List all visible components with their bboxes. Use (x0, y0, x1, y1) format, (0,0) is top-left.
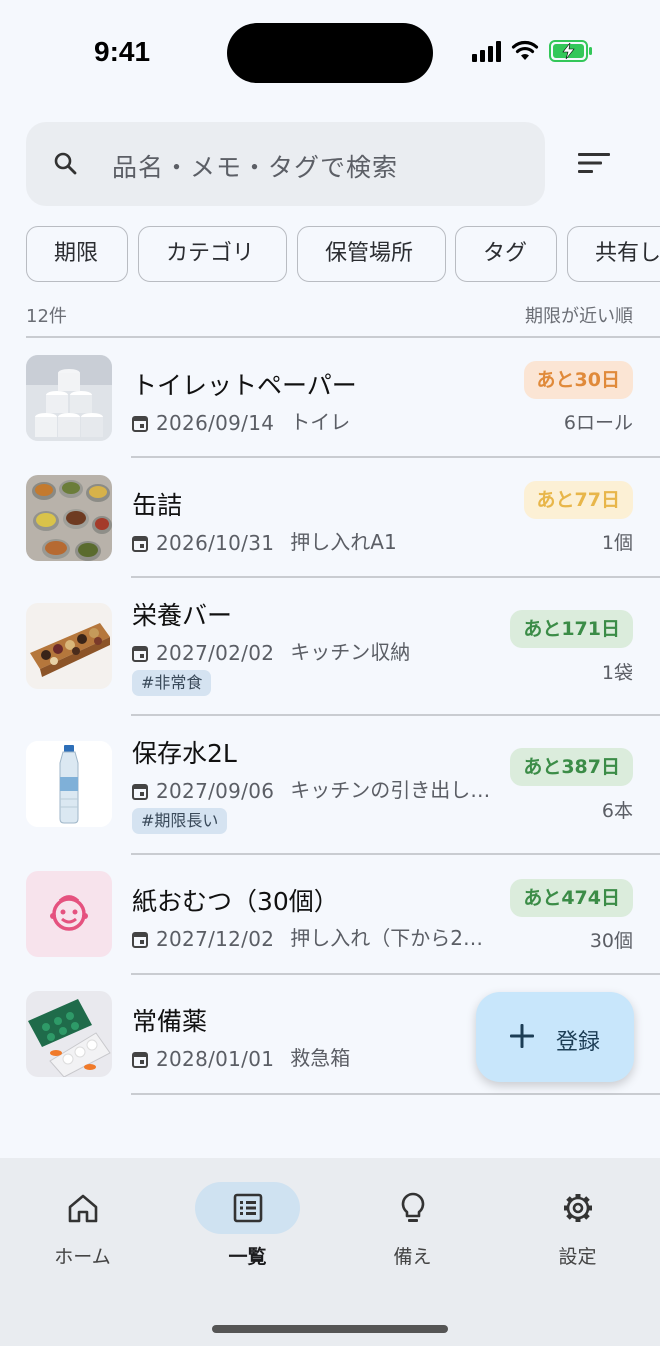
register-fab-button[interactable]: 登録 (476, 992, 634, 1082)
home-icon (68, 1194, 98, 1223)
nutrition-bar-image (26, 603, 112, 689)
filter-chip-shared[interactable]: 共有し (567, 226, 660, 282)
cellular-signal-icon (472, 40, 501, 62)
nav-prepare[interactable]: 備え (330, 1158, 495, 1278)
item-quantity: 30個 (589, 930, 633, 952)
nav-settings[interactable]: 設定 (495, 1158, 660, 1278)
bottom-navigation: ホーム 一覧 備え 設定 (0, 1158, 660, 1346)
toilet-paper-image (26, 355, 112, 441)
battery-charging-icon (549, 40, 592, 62)
calendar-icon (132, 416, 148, 432)
item-date-row: 2027/02/02 キッチン収納 (132, 636, 410, 665)
item-date-row: 2027/12/02 押し入れ（下から2… (132, 922, 483, 951)
filter-chip-tag[interactable]: タグ (455, 226, 557, 282)
item-quantity: 1袋 (601, 662, 633, 684)
item-date: 2026/10/31 (156, 531, 275, 555)
item-name: 常備薬 (132, 1007, 208, 1036)
filter-chip-location[interactable]: 保管場所 (297, 226, 446, 282)
home-indicator[interactable] (212, 1325, 448, 1333)
item-date-row: 2028/01/01 救急箱 (132, 1042, 350, 1071)
water-bottle-image (26, 741, 112, 827)
item-name: 保存水2L (132, 739, 237, 768)
item-divider (131, 1093, 660, 1095)
days-left-badge: あと387日 (510, 748, 633, 786)
wifi-icon (511, 40, 539, 60)
calendar-icon (132, 784, 148, 800)
item-location: 押し入れA1 (290, 530, 397, 554)
list-item[interactable]: 缶詰 2026/10/31 押し入れA1 あと77日 1個 (0, 458, 660, 578)
item-quantity: 6ロール (563, 412, 633, 434)
item-date: 2028/01/01 (156, 1047, 275, 1071)
status-time: 9:41 (94, 36, 151, 67)
filter-chip-expiry[interactable]: 期限 (26, 226, 128, 282)
gear-icon (564, 1194, 592, 1222)
list-icon (233, 1193, 263, 1223)
item-quantity: 1個 (601, 532, 633, 554)
item-location: キッチンの引き出し… (290, 778, 491, 802)
nav-list[interactable]: 一覧 (165, 1158, 330, 1278)
list-item[interactable]: トイレットペーパー 2026/09/14 トイレ あと30日 6ロール (0, 338, 660, 458)
item-location: 押し入れ（下から2… (290, 926, 484, 950)
nav-list-label: 一覧 (228, 1246, 267, 1268)
item-name: 栄養バー (132, 601, 233, 630)
item-name: トイレットペーパー (132, 371, 357, 400)
medicine-image (26, 991, 112, 1077)
status-icons (472, 40, 593, 62)
item-name: 紙おむつ（30個） (132, 887, 339, 916)
nav-settings-label: 設定 (558, 1246, 597, 1268)
search-icon (54, 152, 77, 175)
baby-face-icon (26, 871, 112, 957)
status-bar: 9:41 (0, 0, 660, 104)
list-item[interactable]: 紙おむつ（30個） 2027/12/02 押し入れ（下から2… あと474日 30… (0, 854, 660, 975)
item-name: 缶詰 (132, 491, 183, 520)
filter-chip-category[interactable]: カテゴリ (138, 226, 287, 282)
list-item[interactable]: 栄養バー 2027/02/02 キッチン収納 #非常食 あと171日 1袋 (0, 578, 660, 716)
days-left-badge: あと77日 (523, 481, 633, 519)
list-item[interactable]: 保存水2L 2027/09/06 キッチンの引き出し… #期限長い あと387日 … (0, 716, 660, 855)
item-date: 2027/02/02 (156, 641, 275, 665)
item-location: 救急箱 (290, 1046, 351, 1070)
calendar-icon (132, 536, 148, 552)
lightbulb-icon (401, 1192, 425, 1222)
plus-icon (510, 1024, 534, 1048)
calendar-icon (132, 932, 148, 948)
sort-filter-icon[interactable] (576, 148, 612, 178)
nav-home[interactable]: ホーム (0, 1158, 165, 1278)
fab-label: 登録 (556, 1030, 601, 1055)
search-placeholder: 品名・メモ・タグで検索 (112, 153, 399, 182)
item-location: トイレ (290, 410, 351, 434)
days-left-badge: あと474日 (510, 879, 633, 917)
item-date: 2026/09/14 (156, 411, 275, 435)
calendar-icon (132, 1052, 148, 1068)
item-tag[interactable]: #期限長い (132, 808, 228, 834)
item-date: 2027/09/06 (156, 779, 275, 803)
item-count: 12件 (26, 306, 67, 327)
item-quantity: 6本 (601, 800, 633, 822)
canned-food-image (26, 475, 112, 561)
item-date: 2027/12/02 (156, 927, 275, 951)
filter-chips: 期限 カテゴリ 保管場所 タグ 共有し (26, 226, 660, 284)
days-left-badge: あと171日 (510, 610, 633, 648)
nav-prepare-label: 備え (393, 1246, 432, 1268)
days-left-badge: あと30日 (523, 361, 633, 399)
sort-order-label[interactable]: 期限が近い順 (525, 302, 633, 328)
item-date-row: 2026/09/14 トイレ (132, 406, 350, 435)
item-tag[interactable]: #非常食 (132, 670, 212, 696)
nav-home-label: ホーム (54, 1246, 111, 1268)
calendar-icon (132, 646, 148, 662)
item-date-row: 2026/10/31 押し入れA1 (132, 526, 397, 555)
item-date-row: 2027/09/06 キッチンの引き出し… (132, 774, 490, 803)
dynamic-island (227, 23, 433, 83)
item-location: キッチン収納 (290, 640, 411, 664)
